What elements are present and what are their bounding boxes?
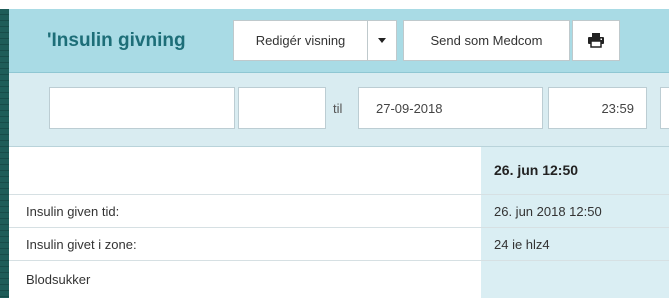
left-edge-bar bbox=[0, 9, 9, 298]
table-row: Insulin givet i zone: 24 ie hlz4 bbox=[9, 228, 669, 261]
from-date-input[interactable] bbox=[49, 87, 235, 129]
observation-table: 26. jun 12:50 Insulin given tid: 26. jun… bbox=[9, 147, 669, 298]
edit-view-button[interactable]: Redigér visning bbox=[233, 20, 368, 61]
row-label: Insulin givet i zone: bbox=[26, 237, 137, 252]
table-row: Blodsukker bbox=[9, 261, 669, 298]
send-medcom-label: Send som Medcom bbox=[430, 33, 543, 48]
edit-view-dropdown-button[interactable] bbox=[367, 20, 397, 61]
printer-icon bbox=[588, 33, 604, 48]
row-value: 24 ie hlz4 bbox=[494, 237, 550, 252]
range-separator-label: til bbox=[333, 101, 343, 116]
table-header-row: 26. jun 12:50 bbox=[9, 147, 669, 195]
column-header-timestamp[interactable]: 26. jun 12:50 bbox=[494, 162, 578, 178]
edit-view-label: Redigér visning bbox=[255, 33, 346, 48]
to-time-input[interactable]: 23:59 bbox=[548, 87, 647, 129]
caret-down-icon bbox=[378, 38, 386, 43]
send-medcom-button[interactable]: Send som Medcom bbox=[403, 20, 570, 61]
filter-bar: til 27-09-2018 23:59 bbox=[9, 73, 669, 147]
table-row: Insulin given tid: 26. jun 2018 12:50 bbox=[9, 195, 669, 228]
extra-filter-input[interactable] bbox=[660, 87, 669, 129]
from-time-input[interactable] bbox=[238, 87, 326, 129]
row-value: 26. jun 2018 12:50 bbox=[494, 204, 602, 219]
row-label: Insulin given tid: bbox=[26, 204, 120, 219]
to-date-input[interactable]: 27-09-2018 bbox=[358, 87, 543, 129]
row-label: Blodsukker bbox=[26, 272, 91, 287]
top-strip bbox=[0, 0, 669, 9]
page-title: 'Insulin givning bbox=[47, 30, 186, 51]
print-button[interactable] bbox=[572, 20, 620, 61]
panel-header: 'Insulin givning Redigér visning Send so… bbox=[9, 9, 669, 73]
